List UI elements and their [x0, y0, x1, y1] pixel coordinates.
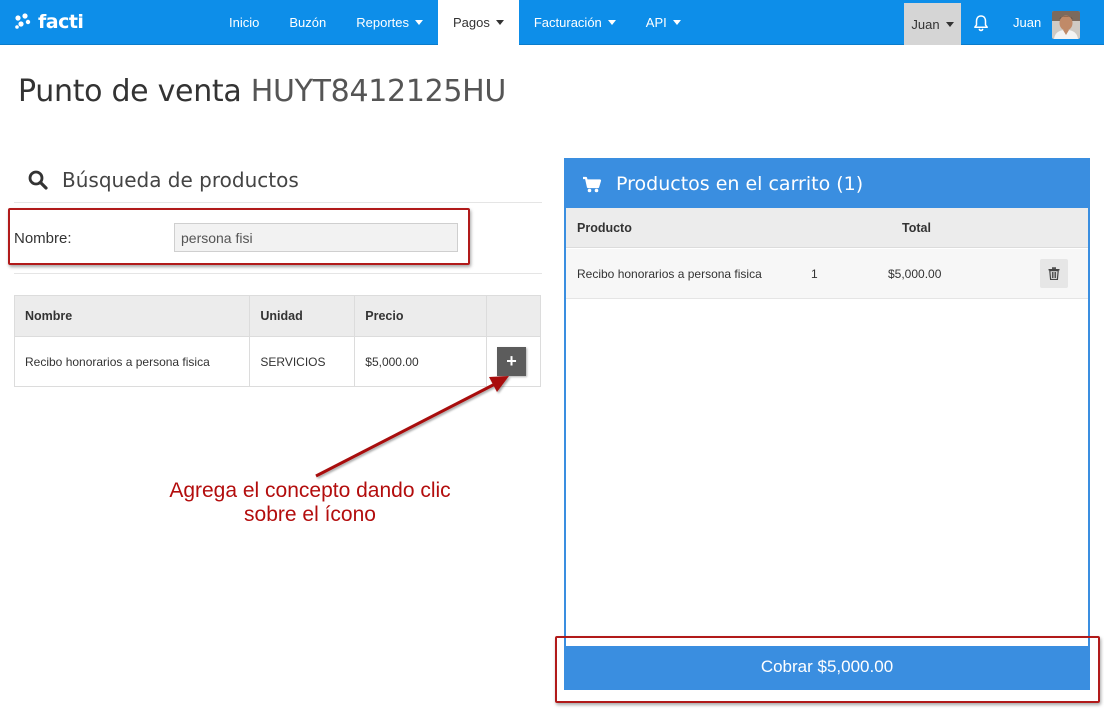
trash-icon — [1048, 267, 1060, 280]
table-header-row: Nombre Unidad Precio — [13, 295, 541, 337]
main-nav: Inicio Buzón Reportes Pagos Facturación … — [214, 0, 696, 45]
highlight-box-charge — [555, 636, 1100, 703]
action-cell: + — [486, 336, 541, 387]
brand-name: facti — [38, 11, 84, 33]
nav-pagos[interactable]: Pagos — [437, 0, 519, 45]
nav-label: Inicio — [229, 15, 260, 30]
divider — [14, 273, 542, 274]
product-unit-cell: SERVICIOS — [249, 336, 356, 387]
nav-facturacion[interactable]: Facturación — [519, 0, 631, 45]
caret-down-icon — [607, 20, 616, 25]
cart-column-producto: Producto — [577, 221, 632, 235]
cart-header-row: Producto Total — [566, 208, 1088, 248]
cart-heading: Productos en el carrito (1) — [566, 160, 1088, 208]
highlight-box-search — [8, 208, 470, 265]
facti-logo[interactable]: facti — [14, 9, 84, 35]
annotation-line-2: sobre el ícono — [244, 503, 376, 526]
add-to-cart-button[interactable]: + — [497, 347, 527, 376]
cart-heading-text: Productos en el carrito (1) — [616, 173, 864, 195]
shopping-cart-icon — [583, 176, 602, 192]
page-title: Punto de venta HUYT8412125HU — [18, 74, 506, 109]
top-navbar: facti Inicio Buzón Reportes Pagos Factur… — [0, 0, 1104, 45]
cart-item-quantity[interactable]: 1 — [811, 267, 818, 281]
nav-label: Buzón — [289, 15, 327, 30]
company-user-dropdown[interactable]: Juan — [904, 3, 961, 45]
nav-api[interactable]: API — [631, 0, 696, 45]
user-name[interactable]: Juan — [1013, 15, 1041, 30]
divider — [14, 202, 542, 203]
search-heading-text: Búsqueda de productos — [62, 168, 299, 192]
caret-down-icon — [495, 20, 504, 25]
nav-reportes[interactable]: Reportes — [341, 0, 438, 45]
cart-panel: Productos en el carrito (1) Producto Tot… — [564, 158, 1090, 690]
remove-item-button[interactable] — [1040, 259, 1068, 288]
caret-down-icon — [945, 21, 954, 27]
column-header-action — [486, 295, 541, 337]
nav-label: Pagos — [452, 15, 490, 30]
product-price-cell: $5,000.00 — [354, 336, 488, 387]
nav-inicio[interactable]: Inicio — [214, 0, 274, 45]
nav-buzon[interactable]: Buzón — [274, 0, 341, 45]
avatar[interactable] — [1052, 11, 1080, 39]
page-title-text: Punto de venta — [18, 74, 242, 109]
user-photo-icon — [1052, 11, 1080, 39]
cart-item-row: Recibo honorarios a persona fisica 1 $5,… — [566, 249, 1088, 299]
products-table: Nombre Unidad Precio Recibo honorarios a… — [13, 295, 541, 387]
logo-icon — [15, 13, 31, 29]
cart-item-name: Recibo honorarios a persona fisica — [577, 267, 762, 281]
rfc-code: HUYT8412125HU — [250, 74, 507, 109]
search-icon — [28, 170, 48, 190]
bell-icon[interactable] — [972, 14, 990, 32]
dropdown-label: Juan — [911, 16, 940, 32]
column-header-unidad[interactable]: Unidad — [249, 295, 356, 337]
cart-column-total: Total — [902, 221, 931, 235]
nav-label: Reportes — [356, 15, 409, 30]
column-header-nombre[interactable]: Nombre — [13, 295, 251, 337]
product-name-cell: Recibo honorarios a persona fisica — [13, 336, 251, 387]
plus-icon: + — [506, 351, 517, 371]
annotation-line-1: Agrega el concepto dando clic — [169, 479, 451, 502]
nav-label: Facturación — [533, 15, 602, 30]
table-row: Recibo honorarios a persona fisica SERVI… — [13, 336, 541, 387]
cart-item-total: $5,000.00 — [888, 267, 942, 281]
column-header-precio[interactable]: Precio — [354, 295, 488, 337]
search-heading: Búsqueda de productos — [28, 168, 299, 192]
caret-down-icon — [672, 20, 681, 25]
annotation-text: Agrega el concepto dando clic sobre el í… — [140, 479, 480, 527]
caret-down-icon — [414, 20, 423, 25]
nav-label: API — [645, 15, 667, 30]
